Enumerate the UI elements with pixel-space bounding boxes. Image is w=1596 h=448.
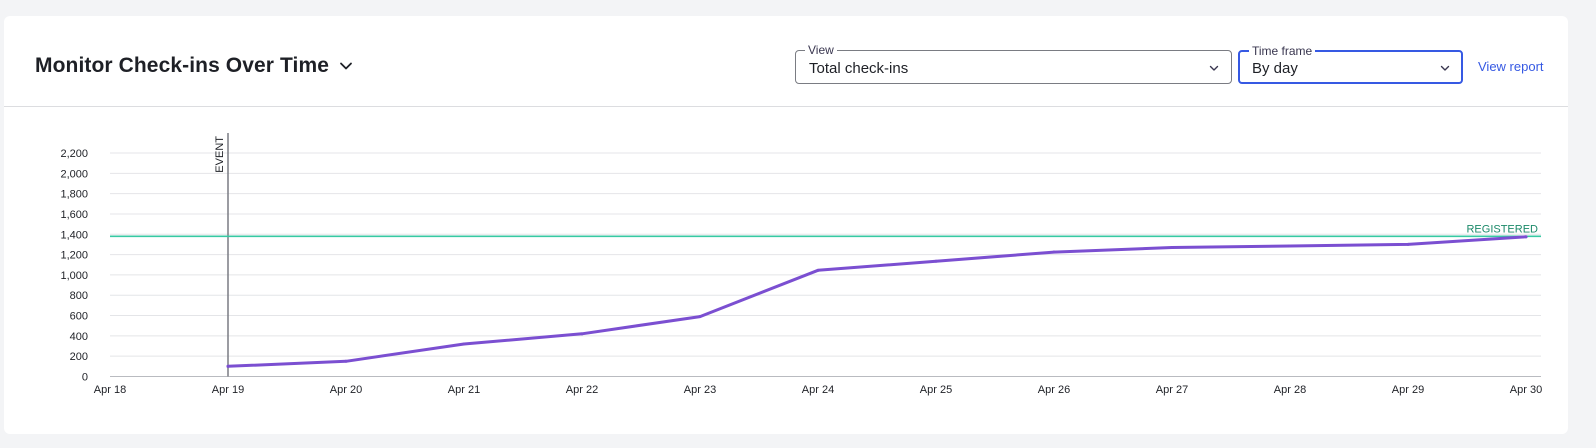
x-tick-label: Apr 29 xyxy=(1392,384,1424,396)
data-point xyxy=(1170,245,1174,249)
x-tick-label: Apr 23 xyxy=(684,384,716,396)
y-tick-label: 0 xyxy=(82,372,88,384)
data-point xyxy=(1288,244,1292,248)
series-layer xyxy=(226,235,1528,368)
y-tick-label: 200 xyxy=(70,351,88,363)
x-tick-label: Apr 27 xyxy=(1156,384,1188,396)
data-point xyxy=(1052,250,1056,254)
line-chart: 0 200 400 600 800 1,000 1,200 1,400 1,600 1,800 2,… xyxy=(60,133,1542,396)
x-tick-label: Apr 20 xyxy=(330,384,362,396)
x-tick-label: Apr 26 xyxy=(1038,384,1070,396)
y-axis: 0 200 400 600 800 1,000 1,200 1,400 1,600 1,800 2,… xyxy=(60,148,88,384)
y-tick-label: 1,200 xyxy=(60,250,88,262)
y-tick-label: 1,400 xyxy=(60,229,88,241)
y-tick-label: 1,800 xyxy=(60,189,88,201)
x-axis: Apr 18 Apr 19 Apr 20 Apr 21 Apr 22 Apr 23 Apr … xyxy=(94,384,1542,396)
grid-lines xyxy=(110,152,1541,377)
y-tick-label: 1,000 xyxy=(60,270,88,282)
data-point xyxy=(226,364,230,368)
y-tick-label: 600 xyxy=(70,311,88,323)
data-point xyxy=(1406,242,1410,246)
x-tick-label: Apr 19 xyxy=(212,384,244,396)
x-tick-label: Apr 22 xyxy=(566,384,598,396)
y-tick-label: 2,200 xyxy=(60,148,88,160)
y-tick-label: 2,000 xyxy=(60,168,88,180)
data-point xyxy=(934,259,938,263)
data-point xyxy=(698,315,702,319)
series-line xyxy=(226,235,1528,368)
registered-threshold-label: REGISTERED xyxy=(1466,223,1538,235)
event-marker-label: EVENT xyxy=(214,136,226,173)
x-tick-label: Apr 25 xyxy=(920,384,952,396)
x-tick-label: Apr 30 xyxy=(1510,384,1542,396)
x-tick-label: Apr 18 xyxy=(94,384,126,396)
data-point xyxy=(580,332,584,336)
data-point xyxy=(462,342,466,346)
x-tick-label: Apr 24 xyxy=(802,384,834,396)
y-tick-label: 800 xyxy=(70,290,88,302)
x-tick-label: Apr 21 xyxy=(448,384,480,396)
data-point xyxy=(344,359,348,363)
data-point xyxy=(1524,235,1528,239)
y-tick-label: 400 xyxy=(70,331,88,343)
y-tick-label: 1,600 xyxy=(60,209,88,221)
data-point xyxy=(816,268,820,272)
x-tick-label: Apr 28 xyxy=(1274,384,1306,396)
